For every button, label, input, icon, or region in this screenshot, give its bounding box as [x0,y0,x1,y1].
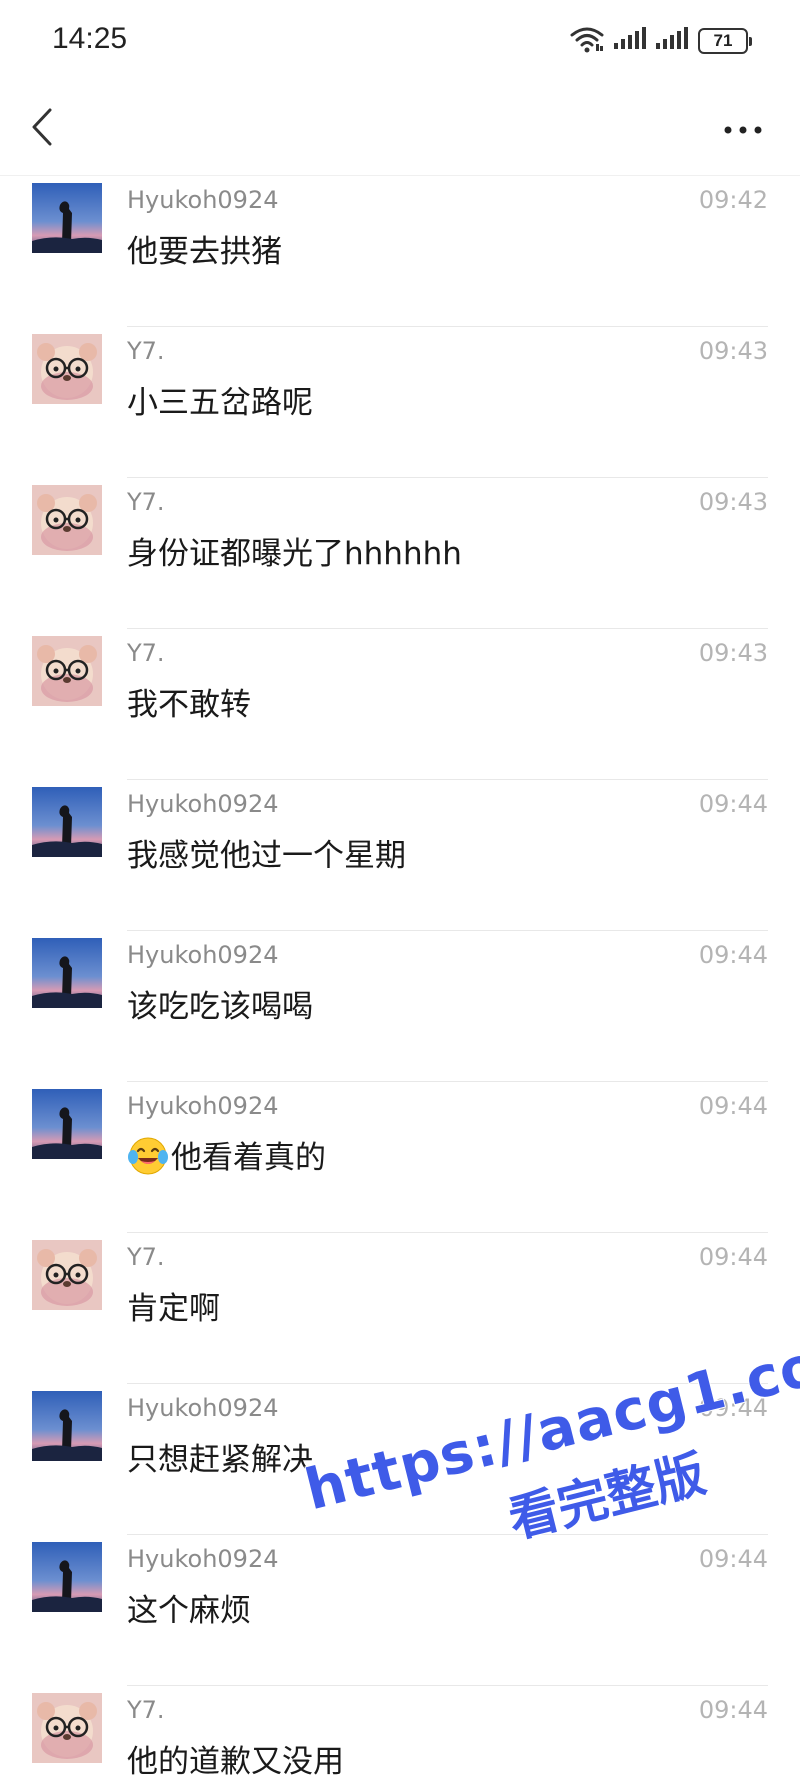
landscape-avatar[interactable] [32,1542,102,1612]
message-text-content: 身份证都曝光了hhhhhh [127,536,462,572]
sender-name: Hyukoh0924 [127,186,279,214]
message-text-content: 这个麻烦 [127,1593,251,1629]
message-item[interactable]: Y7. 09:43 小三五岔路呢 [0,327,800,478]
message-item[interactable]: Y7. 09:44 肯定啊 [0,1233,800,1384]
message-time: 09:44 [698,1545,768,1573]
message-item[interactable]: Hyukoh0924 09:44 该吃吃该喝喝 [0,931,800,1082]
chevron-left-icon [30,107,54,151]
message-time: 09:44 [698,790,768,818]
sender-name: Y7. [127,1243,165,1271]
message-text-content: 该吃吃该喝喝 [127,989,313,1025]
laughing-crying-emoji-icon [127,1134,169,1176]
message-text-content: 小三五岔路呢 [127,385,313,421]
message-item[interactable]: Hyukoh0924 09:44 这个麻烦 [0,1535,800,1686]
sender-name: Hyukoh0924 [127,1545,279,1573]
status-time: 14:25 [52,22,128,55]
wifi-icon [570,25,604,57]
signal-icon [614,27,646,55]
message-time: 09:43 [698,488,768,516]
message-text: 只想赶紧解决 [127,1434,313,1479]
message-time: 09:44 [698,1394,768,1422]
message-item[interactable]: Hyukoh0924 09:42 他要去拱猪 [0,176,800,327]
battery-icon: 71 [698,28,752,54]
landscape-avatar[interactable] [32,183,102,253]
sender-name: Hyukoh0924 [127,790,279,818]
message-text: 我不敢转 [127,679,251,724]
nav-bar [0,84,800,176]
message-text: 我感觉他过一个星期 [127,830,406,875]
back-button[interactable] [22,104,62,154]
message-text-content: 我感觉他过一个星期 [127,838,406,874]
message-text-content: 肯定啊 [127,1291,220,1327]
message-text: 肯定啊 [127,1283,220,1328]
message-text-content: 我不敢转 [127,687,251,723]
sender-name: Hyukoh0924 [127,941,279,969]
message-item[interactable]: Y7. 09:43 身份证都曝光了hhhhhh [0,478,800,629]
signal-icon [656,27,688,55]
message-item[interactable]: Hyukoh0924 09:44 我感觉他过一个星期 [0,780,800,931]
message-text: 他要去拱猪 [127,226,282,271]
bear-avatar[interactable] [32,485,102,555]
sender-name: Y7. [127,488,165,516]
sender-name: Hyukoh0924 [127,1394,279,1422]
battery-level: 71 [713,31,733,50]
status-icons: 71 [570,24,752,58]
message-text-content: 他的道歉又没用 [127,1744,344,1780]
bear-avatar[interactable] [32,334,102,404]
message-text: 这个麻烦 [127,1585,251,1630]
sender-name: Y7. [127,337,165,365]
landscape-avatar[interactable] [32,787,102,857]
message-time: 09:43 [698,639,768,667]
more-horizontal-icon [723,120,763,139]
sender-name: Y7. [127,639,165,667]
message-item[interactable]: Y7. 09:44 他的道歉又没用 [0,1686,800,1781]
message-text: 小三五岔路呢 [127,377,313,422]
message-item[interactable]: Hyukoh0924 09:44 他看着真的 [0,1082,800,1233]
message-text: 他看着真的 [127,1132,326,1177]
bear-avatar[interactable] [32,636,102,706]
message-time: 09:44 [698,1092,768,1120]
landscape-avatar[interactable] [32,1089,102,1159]
bear-avatar[interactable] [32,1240,102,1310]
message-time: 09:43 [698,337,768,365]
message-text: 他的道歉又没用 [127,1736,344,1781]
status-bar: 14:25 71 [0,0,800,84]
sender-name: Hyukoh0924 [127,1092,279,1120]
landscape-avatar[interactable] [32,938,102,1008]
message-item[interactable]: Hyukoh0924 09:44 只想赶紧解决 [0,1384,800,1535]
message-text: 该吃吃该喝喝 [127,981,313,1026]
message-text-content: 他看着真的 [171,1140,326,1176]
message-time: 09:44 [698,941,768,969]
bear-avatar[interactable] [32,1693,102,1763]
message-item[interactable]: Y7. 09:43 我不敢转 [0,629,800,780]
sender-name: Y7. [127,1696,165,1724]
message-text-content: 只想赶紧解决 [127,1442,313,1478]
landscape-avatar[interactable] [32,1391,102,1461]
message-time: 09:44 [698,1243,768,1271]
more-button[interactable] [718,104,768,154]
message-list: Hyukoh0924 09:42 他要去拱猪 Y7. 09:43 小三五岔路呢 [0,176,800,1781]
message-time: 09:44 [698,1696,768,1724]
message-time: 09:42 [698,186,768,214]
message-text: 身份证都曝光了hhhhhh [127,528,462,573]
message-text-content: 他要去拱猪 [127,234,282,270]
